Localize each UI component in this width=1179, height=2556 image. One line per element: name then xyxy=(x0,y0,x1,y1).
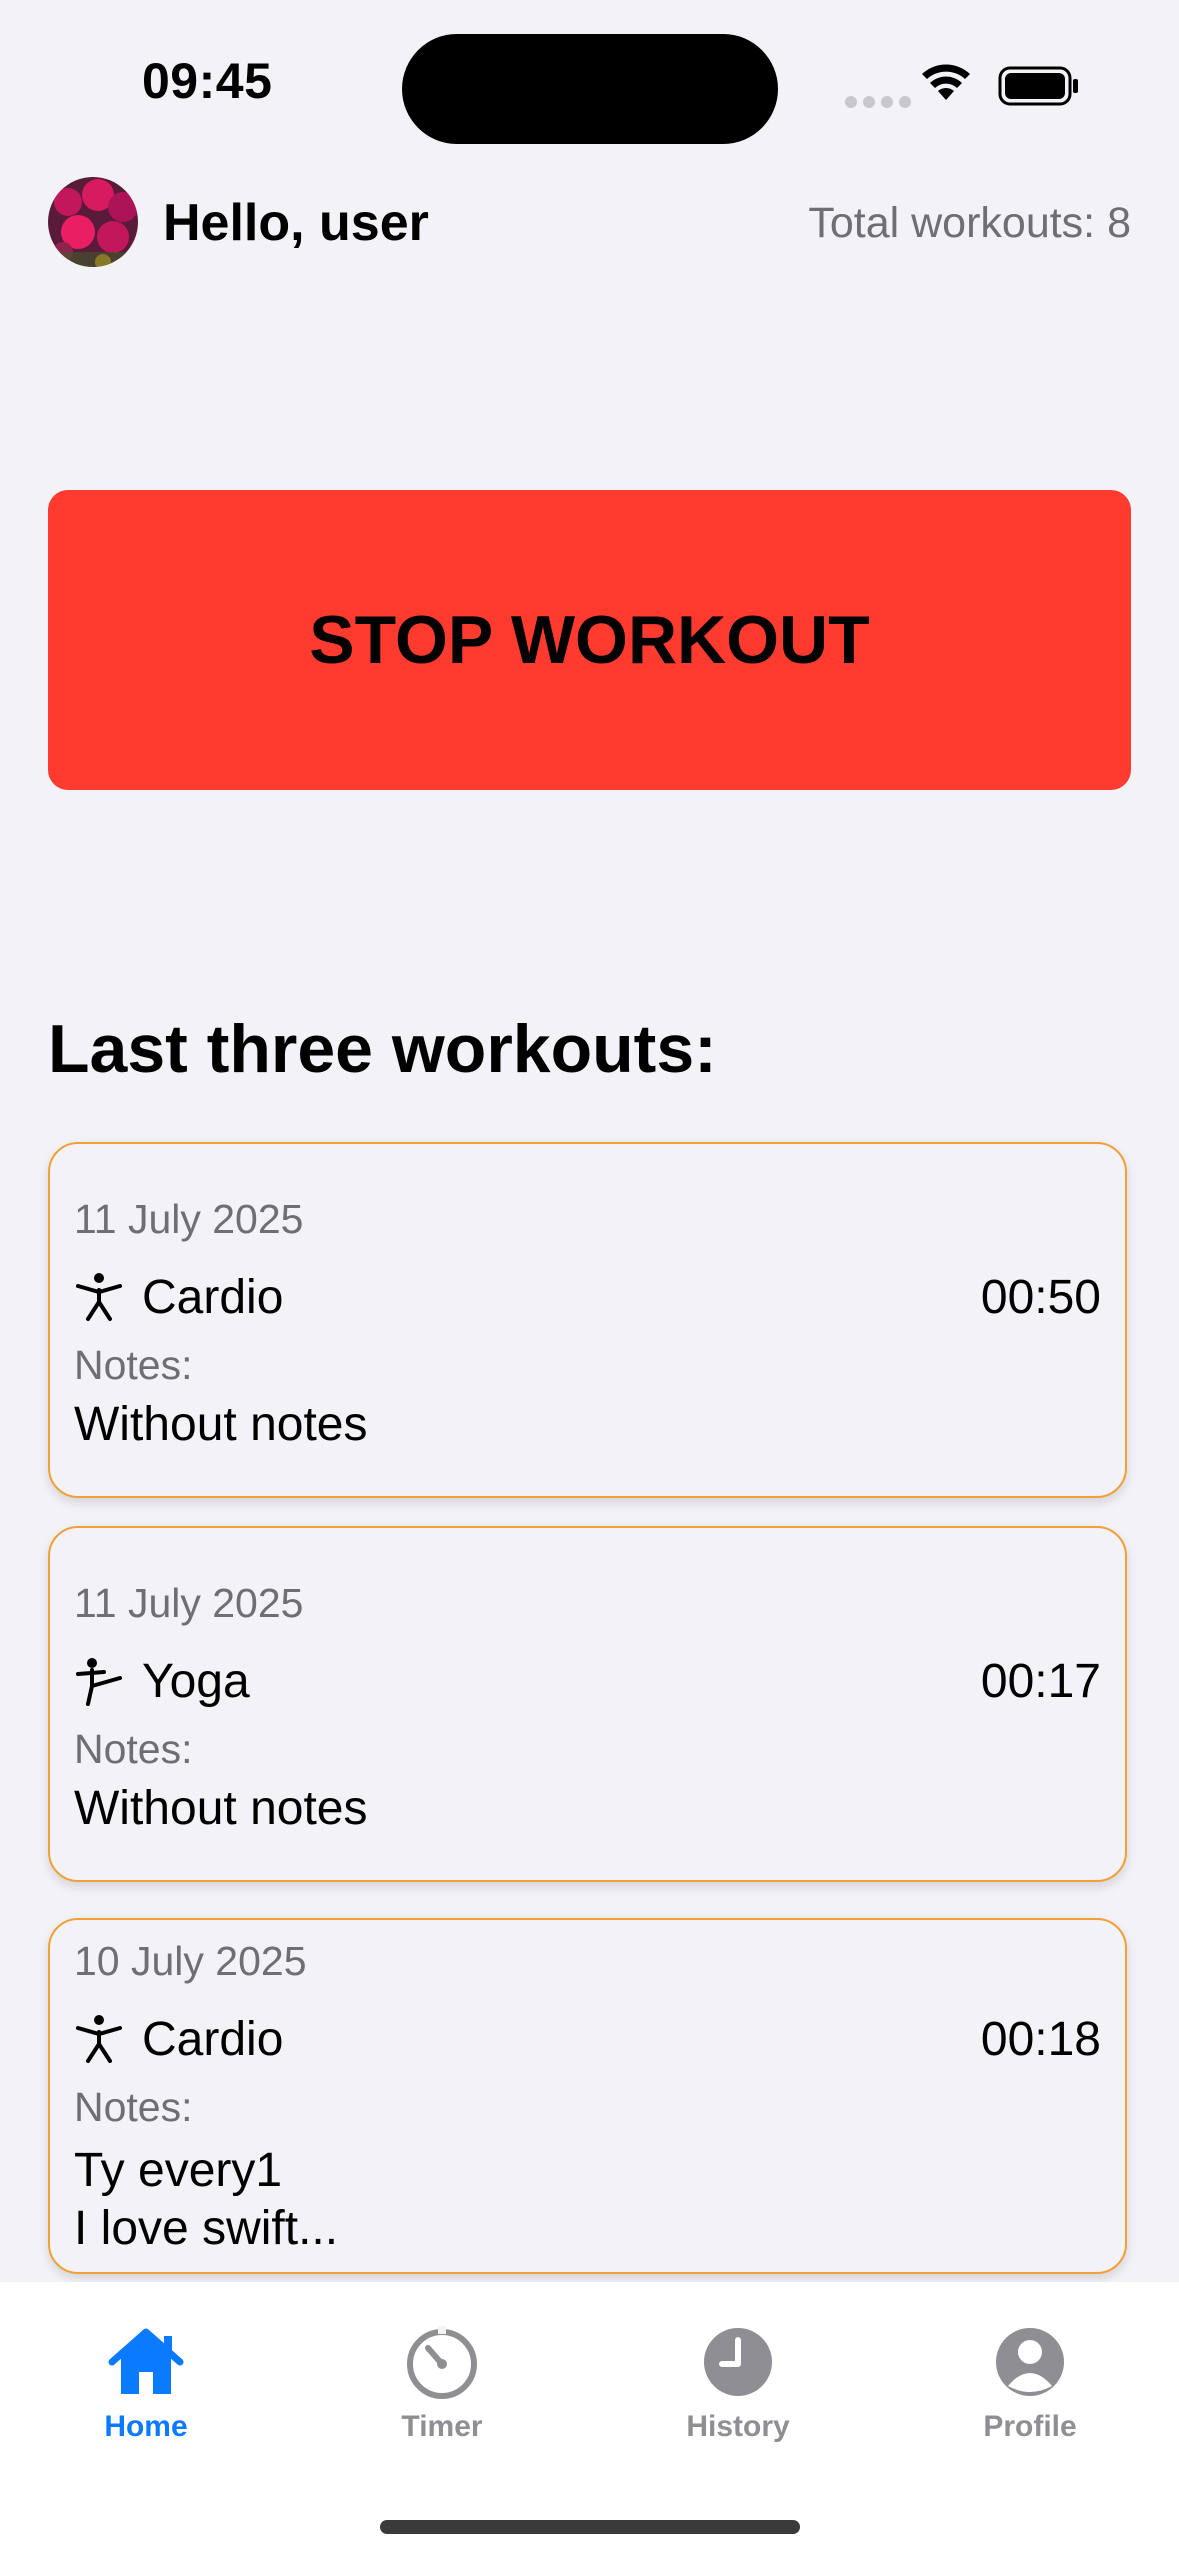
house-icon xyxy=(108,2328,184,2394)
workout-type-row: Cardio 00:50 xyxy=(74,1266,1101,1326)
avatar[interactable] xyxy=(48,177,138,267)
tab-bar: Home Timer History Profile xyxy=(0,2282,1179,2556)
tab-history[interactable]: History xyxy=(638,2322,838,2462)
workout-duration: 00:50 xyxy=(980,1271,1101,1324)
workout-date: 11 July 2025 xyxy=(74,1196,304,1242)
workout-type: Cardio xyxy=(142,2013,284,2066)
section-title: Last three workouts: xyxy=(48,1011,717,1087)
workout-notes: Ty every1 I love swift... xyxy=(74,2144,339,2255)
clock-icon xyxy=(704,2328,772,2396)
figure-cardio-icon xyxy=(76,2015,122,2063)
notes-label: Notes: xyxy=(74,1342,193,1388)
notes-label: Notes: xyxy=(74,2084,193,2130)
workout-notes: Without notes xyxy=(74,1782,368,1835)
tab-timer[interactable]: Timer xyxy=(342,2322,542,2462)
person-icon xyxy=(996,2328,1064,2396)
tab-profile[interactable]: Profile xyxy=(930,2322,1130,2462)
workout-date: 11 July 2025 xyxy=(74,1580,304,1626)
workout-type-row: Cardio 00:18 xyxy=(74,2008,1101,2068)
timer-icon xyxy=(407,2326,477,2399)
workout-type-row: Yoga 00:17 xyxy=(74,1650,1101,1710)
workout-type: Yoga xyxy=(142,1655,250,1708)
cellular-signal-icon xyxy=(845,96,911,108)
figure-kick-icon xyxy=(76,1658,122,1706)
notes-label: Notes: xyxy=(74,1726,193,1772)
wifi-icon xyxy=(922,64,970,100)
greeting: Hello, user xyxy=(163,194,429,252)
workout-duration: 00:17 xyxy=(980,1655,1101,1708)
workout-date: 10 July 2025 xyxy=(74,1938,307,1984)
status-time: 09:45 xyxy=(142,53,273,109)
tab-label: Profile xyxy=(983,2410,1077,2443)
workout-card[interactable]: 11 July 2025 Cardio 00:50 Notes: Without… xyxy=(48,1142,1127,1498)
stop-workout-button[interactable]: STOP WORKOUT xyxy=(48,490,1131,790)
dynamic-island xyxy=(402,34,778,144)
home-indicator xyxy=(380,2520,800,2534)
workout-duration: 00:18 xyxy=(980,2013,1101,2066)
tab-label: Home xyxy=(104,2410,188,2443)
workout-notes: Without notes xyxy=(74,1398,368,1451)
tab-label: History xyxy=(686,2410,790,2443)
tab-label: Timer xyxy=(401,2410,483,2443)
battery-icon xyxy=(998,66,1078,106)
workout-card[interactable]: 11 July 2025 Yoga 00:17 Notes: Without n… xyxy=(48,1526,1127,1882)
figure-cardio-icon xyxy=(76,1273,122,1321)
total-workouts: Total workouts: 8 xyxy=(808,199,1131,247)
status-bar: 09:45 xyxy=(0,0,1179,170)
workout-card[interactable]: 10 July 2025 Cardio 00:18 Notes: Ty ever… xyxy=(48,1918,1127,2274)
workout-type: Cardio xyxy=(142,1271,284,1324)
tab-home[interactable]: Home xyxy=(46,2322,246,2462)
header: Hello, user Total workouts: 8 xyxy=(48,175,1131,269)
